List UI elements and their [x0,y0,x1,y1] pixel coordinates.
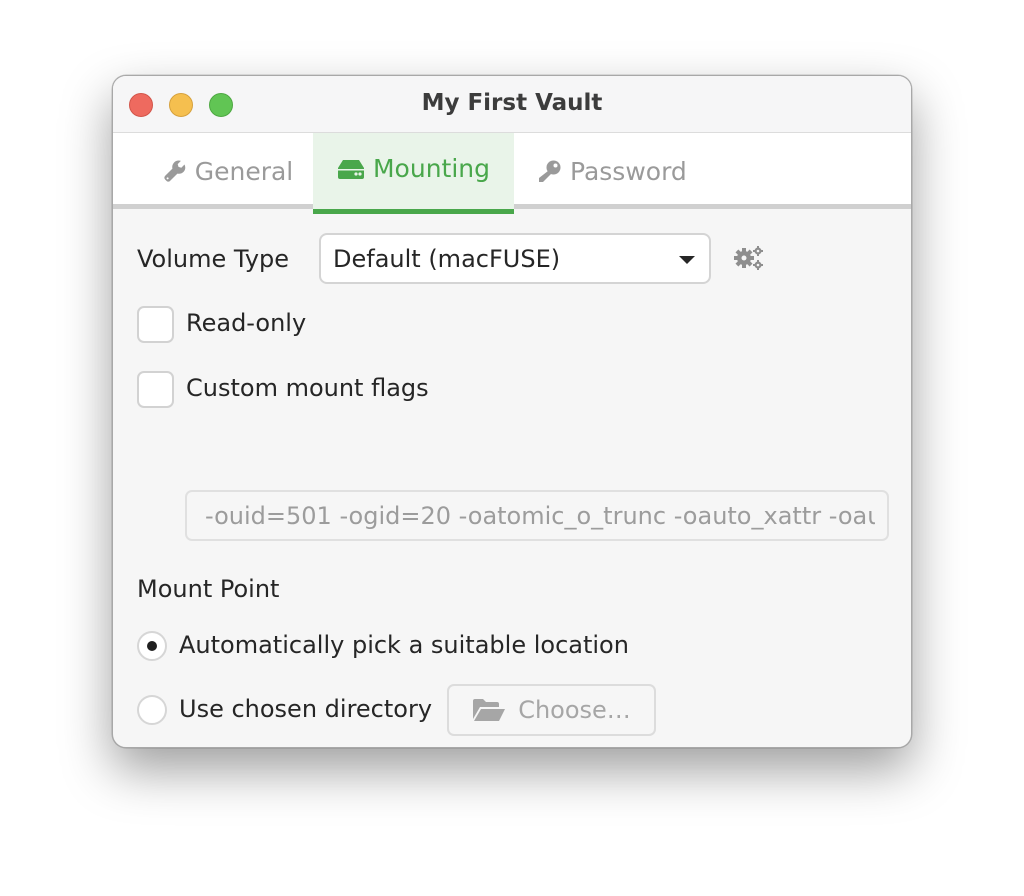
chosen-directory-radio[interactable] [137,695,167,725]
choose-directory-button[interactable]: Choose… [447,684,656,736]
tab-mounting-label: Mounting [372,154,491,183]
chosen-directory-label: Use chosen directory [179,695,433,723]
auto-location-label: Automatically pick a suitable location [179,631,629,659]
mount-flags-value: -ouid=501 -ogid=20 -oatomic_o_trunc -oau… [205,501,875,530]
mount-flags-input[interactable]: -ouid=501 -ogid=20 -oatomic_o_trunc -oau… [185,490,889,541]
custom-mount-flags-checkbox[interactable] [137,371,174,408]
gears-icon[interactable] [733,245,765,275]
choose-button-label: Choose… [518,696,631,724]
radio-selected-dot [147,641,157,651]
title-bar: My First Vault [113,76,911,133]
tab-general-label: General [194,156,294,186]
auto-location-radio[interactable] [137,631,167,661]
volume-type-value: Default (macFUSE) [333,244,561,273]
folder-open-icon [472,698,506,722]
tab-mounting[interactable]: Mounting [313,133,514,214]
wrench-icon [163,159,187,183]
mount-point-label: Mount Point [137,575,280,603]
tab-general[interactable]: General [143,133,313,209]
volume-type-dropdown[interactable]: Default (macFUSE) [319,233,711,284]
window-title: My First Vault [421,90,603,116]
chevron-down-icon [679,256,695,264]
tab-password[interactable]: Password [514,133,744,209]
read-only-label: Read-only [186,309,307,337]
custom-mount-flags-label: Custom mount flags [186,374,429,402]
mounting-panel: Volume Type Default (macFUSE) Read-only … [113,209,911,747]
read-only-checkbox[interactable] [137,306,174,343]
key-icon [538,159,562,183]
tab-bar: General Mounting Password [113,133,911,214]
hdd-icon [337,159,365,179]
volume-type-label: Volume Type [137,245,290,273]
tab-password-label: Password [570,156,687,186]
vault-options-window: My First Vault General Mounting Password… [112,75,912,748]
